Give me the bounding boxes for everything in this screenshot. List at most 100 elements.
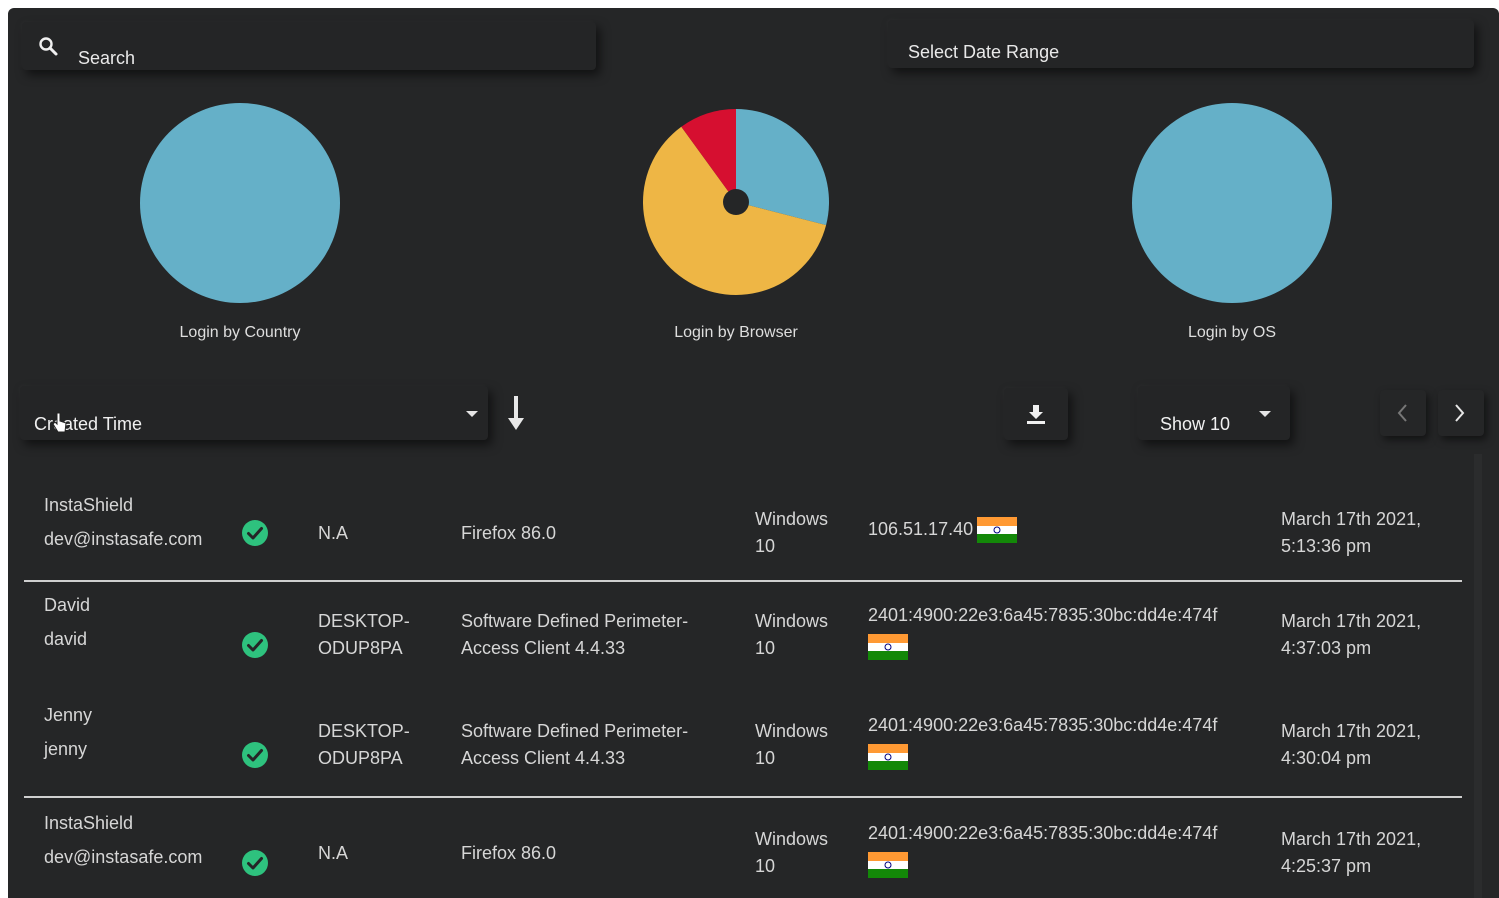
table-scrollbar[interactable] [1474,454,1482,898]
user-email: dev@instasafe.com [44,529,203,549]
created-date: March 17th 2021, [1281,509,1422,529]
search-input[interactable]: Search [22,22,596,70]
hostname-cell: N.A [318,520,348,547]
search-placeholder: Search [78,48,136,68]
user-cell: InstaShield dev@instasafe.com [44,806,202,874]
hostname-cell: DESKTOP- ODUP8PA [318,608,410,662]
ip-address: 106.51.17.40 [868,519,974,539]
hostname-cont: ODUP8PA [318,638,403,658]
created-date: March 17th 2021, [1281,721,1422,741]
chevron-down-icon [1259,411,1271,417]
india-flag-icon [977,516,1018,543]
client-name-cont: Access Client 4.4.33 [461,638,626,658]
hostname: DESKTOP- [318,721,410,741]
login-by-country-label: Login by Country [179,324,301,341]
client-name-cont: Access Client 4.4.33 [461,748,626,768]
table-row[interactable]: InstaShield dev@instasafe.com N.A Firefo… [24,474,1462,582]
user-name: David [44,595,91,615]
ip-cell: 2401:4900:22e3:6a45:7835:30bc:dd4e:474f [868,712,1218,771]
created-clock: 4:30:04 pm [1281,748,1372,768]
status-cell [240,630,270,668]
hostname: N.A [318,523,349,543]
client-cell: Software Defined Perimeter- Access Clien… [461,608,688,662]
sort-direction-button[interactable] [506,396,526,432]
page-size-value: Show 10 [1160,414,1231,434]
status-cell [240,848,270,886]
created-time-cell: March 17th 2021, 5:13:36 pm [1281,506,1421,560]
ip-cell: 2401:4900:22e3:6a45:7835:30bc:dd4e:474f [868,820,1218,879]
prev-page-button[interactable] [1380,390,1426,436]
ip-cell: 2401:4900:22e3:6a45:7835:30bc:dd4e:474f [868,602,1218,661]
hand-pointer-icon [52,412,67,433]
login-by-country-chart [140,103,340,303]
os-name: Windows [755,509,829,529]
check-circle-icon [242,520,268,546]
os-cell: Windows 10 [755,608,828,662]
hostname: N.A [318,843,349,863]
os-name: Windows [755,611,829,631]
check-circle-icon [242,742,268,768]
table-row[interactable]: InstaShield dev@instasafe.com N.A Firefo… [24,798,1462,898]
ip-cell: 106.51.17.40 [868,516,1018,543]
client-name: Firefox 86.0 [461,523,557,543]
login-by-os-chart [1132,103,1332,303]
os-version: 10 [755,638,776,658]
user-name: Jenny [44,705,93,725]
table-row[interactable]: David david DESKTOP- ODUP8PA Software De… [24,580,1462,688]
ip-address: 2401:4900:22e3:6a45:7835:30bc:dd4e:474f [868,715,1218,735]
pie-slice[interactable] [140,103,340,303]
check-circle-icon [242,632,268,658]
os-name: Windows [755,829,829,849]
created-clock: 4:25:37 pm [1281,856,1372,876]
chevron-right-icon [1455,404,1465,422]
india-flag-icon [868,852,908,879]
status-cell [240,518,270,556]
client-cell: Firefox 86.0 [461,520,556,547]
pie-center-hole [723,189,749,215]
user-email: david [44,629,88,649]
created-clock: 5:13:36 pm [1281,536,1372,556]
login-by-os-label: Login by OS [1187,324,1277,341]
next-page-button[interactable] [1438,390,1484,436]
page-size-select[interactable]: Show 10 [1138,386,1290,440]
os-name: Windows [755,721,829,741]
download-button[interactable] [1004,388,1068,440]
client-name: Software Defined Perimeter- [461,611,689,631]
hostname: DESKTOP- [318,611,410,631]
download-icon [1027,405,1045,424]
date-range-picker[interactable]: Select Date Range [888,20,1474,68]
chevron-down-icon [466,411,478,417]
status-cell [240,740,270,778]
user-email: jenny [44,739,88,759]
created-date: March 17th 2021, [1281,829,1422,849]
created-date: March 17th 2021, [1281,611,1422,631]
login-report-panel: Search Select Date Range Login by Countr… [8,8,1499,898]
created-time-cell: March 17th 2021, 4:25:37 pm [1281,826,1421,880]
login-by-browser-chart [643,109,829,296]
user-cell: Jenny jenny [44,698,92,766]
user-name: InstaShield [44,495,134,515]
sort-field-value: Created Time [34,414,143,434]
hostname-cont: ODUP8PA [318,748,403,768]
os-version: 10 [755,856,776,876]
india-flag-icon [868,744,908,771]
pie-slice[interactable] [1132,103,1332,303]
os-version: 10 [755,536,776,556]
user-name: InstaShield [44,813,134,833]
sort-field-select[interactable]: Created Time [20,386,488,440]
user-cell: InstaShield dev@instasafe.com [44,488,202,556]
user-cell: David david [44,588,90,656]
client-name: Firefox 86.0 [461,843,557,863]
os-cell: Windows 10 [755,718,828,772]
created-time-cell: March 17th 2021, 4:30:04 pm [1281,718,1421,772]
hostname-cell: DESKTOP- ODUP8PA [318,718,410,772]
ip-address: 2401:4900:22e3:6a45:7835:30bc:dd4e:474f [868,605,1218,625]
login-by-browser-label: Login by Browser [674,324,798,341]
ip-address: 2401:4900:22e3:6a45:7835:30bc:dd4e:474f [868,823,1218,843]
date-range-placeholder: Select Date Range [908,42,1060,62]
client-name: Software Defined Perimeter- [461,721,689,741]
client-cell: Software Defined Perimeter- Access Clien… [461,718,688,772]
client-cell: Firefox 86.0 [461,840,556,867]
table-row[interactable]: Jenny jenny DESKTOP- ODUP8PA Software De… [24,690,1462,798]
user-email: dev@instasafe.com [44,847,203,867]
